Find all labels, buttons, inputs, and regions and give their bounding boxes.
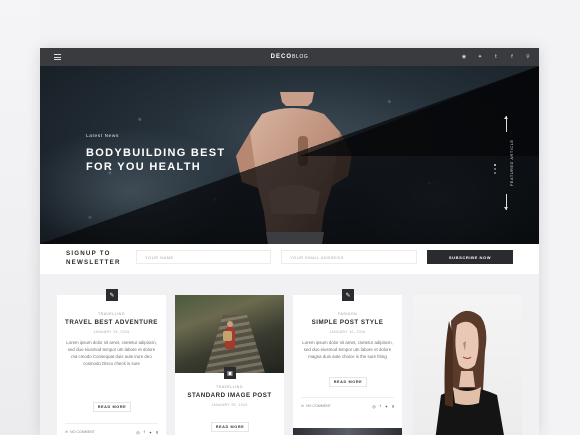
google-icon[interactable]: g [392,404,394,409]
slider-dots [494,164,496,174]
twitter-icon[interactable]: ✦ [149,430,152,435]
next-post-image[interactable] [293,428,402,435]
hiking-photo[interactable] [175,295,284,373]
comment-icon: ✉ [65,430,69,434]
post-title[interactable]: TRAVEL BEST ADVENTURE [57,319,166,326]
post-title[interactable]: STANDARD IMAGE POST [175,392,284,399]
featured-article-label: FEATURED ARTICLE [510,139,514,186]
twitter-icon[interactable]: ✦ [385,404,388,409]
facebook-icon[interactable]: f [507,52,517,62]
post-card: TRAVELLING STANDARD IMAGE POST JANUARY 2… [175,295,284,435]
newsletter-bar: SIGNUP TO NEWSLETTER YOUR NAME YOUR EMAI… [40,244,539,274]
slider-dot[interactable] [494,172,496,174]
newsletter-title: SIGNUP TO NEWSLETTER [66,250,121,266]
post-date: JANUARY 25, 2016 [93,330,130,334]
email-input[interactable]: YOUR EMAIL ADDRESS [281,250,417,264]
subscribe-button[interactable]: SUBSCRIBE NOW [427,250,513,264]
read-more-button[interactable]: READ MORE [211,422,249,432]
post-excerpt: Lorem ipsum dolor sit amet, csetetur adi… [66,340,157,366]
page-background [0,0,40,435]
facebook-icon[interactable]: f [380,404,381,409]
pinterest-icon[interactable]: ◎ [372,404,375,409]
share-icons: ◎ f ✦ g [136,430,158,435]
google-icon[interactable]: g [156,430,158,435]
hero-featured-article[interactable]: Latest News BODYBUILDING BEST FOR YOU HE… [40,66,539,244]
backpack [223,331,232,341]
post-category[interactable]: FASHION [293,312,402,316]
woman-portrait [435,310,504,435]
comments-link[interactable]: ✉ NO COMMENT [301,404,331,408]
logo-bold-text: DECO [270,54,293,60]
comments-count: NO COMMENT [70,430,95,434]
comments-count: NO COMMENT [306,404,331,408]
pinterest-icon[interactable]: ◎ [136,430,139,435]
comment-icon: ✉ [301,404,305,408]
comments-link[interactable]: ✉ NO COMMENT [65,430,95,434]
rss-icon[interactable]: ◉ [459,52,469,62]
post-date: JANUARY 10, 2016 [329,330,366,334]
hero-title[interactable]: BODYBUILDING BEST FOR YOU HEALTH [86,146,256,174]
slider-dot[interactable] [494,168,496,170]
post-category[interactable]: TRAVELLING [57,312,166,316]
facebook-icon[interactable]: f [144,430,145,435]
arrow-down-icon[interactable] [504,194,508,210]
search-icon[interactable]: ⚲ [523,52,533,62]
read-more-button[interactable]: READ MORE [93,402,131,412]
portrait-photo [413,295,522,435]
card-divider [301,397,394,398]
post-meta: ✉ NO COMMENT ◎ f ✦ g [301,402,394,410]
browser-frame: DECO BLOG ◉ ✦ t f ⚲ Latest News BODYBUIL… [40,48,539,435]
twitter-icon[interactable]: ✦ [475,52,485,62]
stone-steps [205,315,265,373]
card-divider [65,423,158,424]
post-date: JANUARY 25, 2016 [211,403,248,407]
tumblr-icon[interactable]: t [491,52,501,62]
post-title[interactable]: SIMPLE POST STYLE [293,319,402,326]
logo-thin-text: BLOG [292,54,309,60]
post-excerpt: Lorem ipsum dolor sit amet, csetetur adi… [302,340,393,359]
name-input[interactable]: YOUR NAME [136,250,271,264]
post-meta: ✉ NO COMMENT ◎ f ✦ g [65,428,158,435]
top-navigation-bar: DECO BLOG ◉ ✦ t f ⚲ [40,48,539,66]
image-icon: ▣ [224,367,236,379]
share-icons: ◎ f ✦ g [372,404,394,409]
post-card: TRAVELLING TRAVEL BEST ADVENTURE JANUARY… [57,295,166,435]
social-icons: ◉ ✦ t f ⚲ [459,48,533,66]
post-category[interactable]: TRAVELLING [175,385,284,389]
pencil-icon: ✎ [106,289,118,301]
post-card: FASHION SIMPLE POST STYLE JANUARY 10, 20… [293,295,402,435]
arrow-up-icon[interactable] [504,116,508,132]
hero-diagonal-overlay-top [300,66,539,156]
post-card-image[interactable] [413,295,522,435]
read-more-button[interactable]: READ MORE [329,377,367,387]
hero-kicker: Latest News [86,134,119,139]
slider-dot[interactable] [494,164,496,166]
pencil-icon: ✎ [342,289,354,301]
